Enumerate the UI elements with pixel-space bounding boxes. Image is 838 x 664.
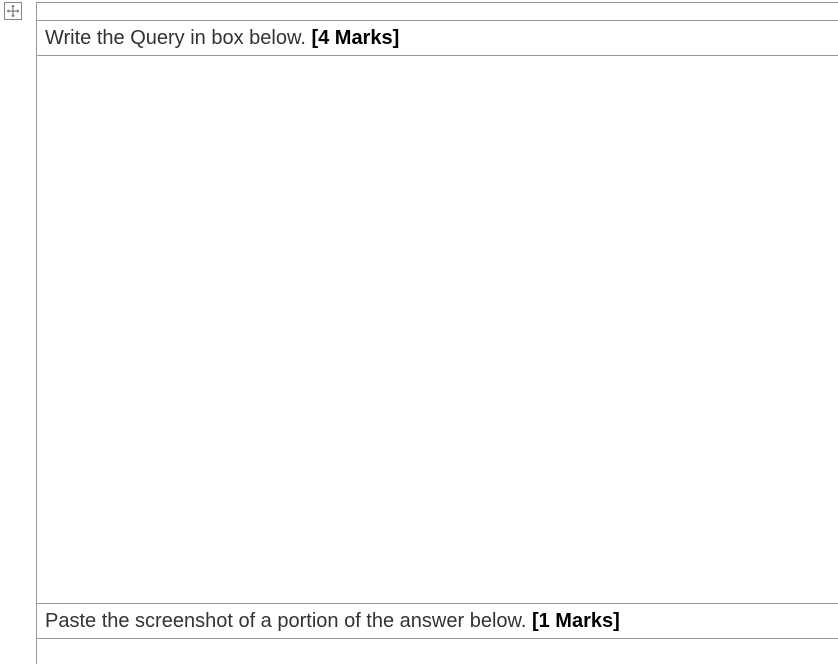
query-instruction-text: Write the Query in box below. — [45, 27, 311, 49]
move-handle-icon[interactable] — [4, 2, 22, 20]
table-empty-header-row — [36, 2, 838, 20]
query-marks-label: [4 Marks] — [311, 27, 399, 49]
screenshot-marks-label: [1 Marks] — [532, 610, 620, 632]
move-arrows-icon — [6, 4, 20, 18]
screenshot-answer-box[interactable] — [36, 638, 838, 664]
screenshot-instruction-text: Paste the screenshot of a portion of the… — [45, 610, 532, 632]
query-answer-box[interactable] — [36, 55, 838, 603]
document-table: Write the Query in box below. [4 Marks] … — [36, 2, 838, 658]
query-instruction-row: Write the Query in box below. [4 Marks] — [36, 20, 838, 55]
screenshot-instruction-row: Paste the screenshot of a portion of the… — [36, 603, 838, 638]
